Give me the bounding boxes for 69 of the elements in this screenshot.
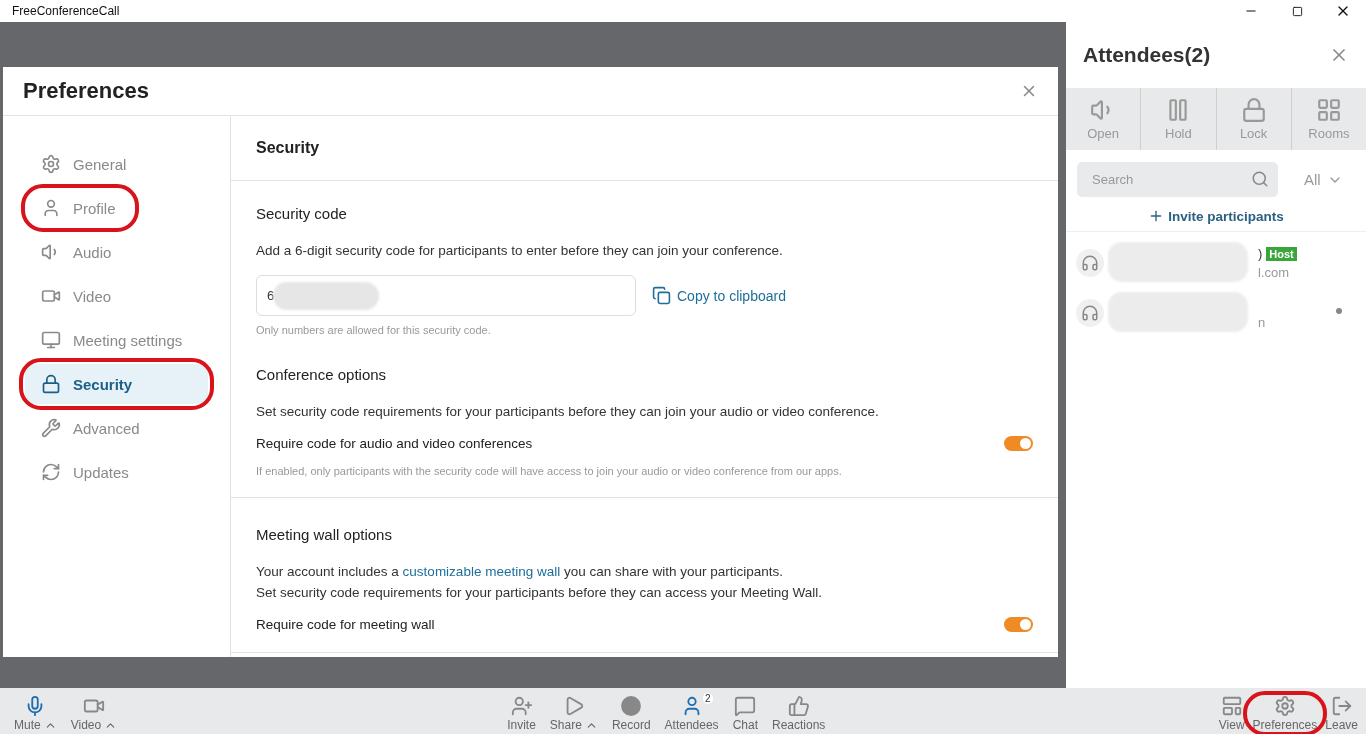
code-field[interactable]: 6: [256, 275, 636, 316]
meeting-wall-link[interactable]: customizable meeting wall: [402, 564, 561, 579]
attendee-name: ): [1258, 246, 1263, 261]
description: Your account includes a customizable meeting wall you can share with your participants.: [256, 563, 785, 581]
nav-item[interactable]: General: [25, 144, 208, 184]
description: Add a 6-digit security code for participants to enter before they can join your conference.: [256, 242, 784, 260]
invite-link[interactable]: Invite participants: [1142, 207, 1290, 225]
record-icon: [620, 695, 643, 717]
copy-link[interactable]: Copy to clipboard: [652, 286, 786, 305]
toggle-label: Require code for meeting wall: [256, 617, 435, 632]
section-heading: Security: [231, 116, 1058, 181]
nav-item[interactable]: Meeting settings: [25, 320, 208, 360]
exit-icon: [1330, 695, 1353, 717]
toolbar-button[interactable]: Attendees 2: [662, 695, 721, 732]
toolbar-button[interactable]: Reactions: [770, 695, 828, 732]
section-title: Meeting wall options: [256, 526, 393, 543]
toolbar-button[interactable]: Leave: [1323, 695, 1360, 732]
hint-text: If enabled, only participants with the security code will have access to join your audio or video conference from our apps.: [256, 465, 843, 477]
grid-icon: [1315, 97, 1342, 123]
section-title: Conference options: [256, 366, 388, 383]
attendee-row[interactable]: n: [1066, 288, 1366, 338]
headset-icon: [1076, 299, 1104, 327]
wrench-icon: [41, 418, 61, 438]
host-badge: Host: [1266, 246, 1297, 261]
nav-item[interactable]: Security: [25, 364, 208, 404]
thumbs-up-icon: [787, 695, 810, 717]
hint-text: Only numbers are allowed for this security code.: [256, 324, 492, 336]
restore-icon[interactable]: [1291, 5, 1303, 17]
gear-icon: [1273, 695, 1296, 717]
toolbar-button[interactable]: Record: [609, 695, 653, 732]
layout-icon: [1220, 695, 1243, 717]
lock-icon: [1240, 97, 1267, 123]
count-badge: 2: [703, 693, 713, 704]
description: Set security code requirements for your participants before they can access your Meeting Wall.: [256, 584, 823, 602]
nav-item[interactable]: Profile: [25, 188, 208, 228]
gear-icon: [41, 154, 61, 174]
filter-dropdown[interactable]: All: [1298, 170, 1349, 189]
panel-title: Attendees(2): [1083, 43, 1211, 67]
lock-icon: [41, 374, 61, 394]
monitor-icon: [41, 330, 61, 350]
toolbar-button[interactable]: Invite: [505, 695, 538, 732]
section-title: Security code: [256, 205, 348, 222]
nav-item[interactable]: Audio: [25, 232, 208, 272]
nav-item[interactable]: Updates: [25, 452, 208, 492]
window-title: FreeConferenceCall: [12, 4, 120, 18]
description: Set security code requirements for your participants before they can join your audio or video conference.: [256, 403, 880, 421]
nav-item[interactable]: Advanced: [25, 408, 208, 448]
search-field[interactable]: Search: [1077, 162, 1278, 197]
person-icon: [41, 198, 61, 218]
attendee-row[interactable]: ) Host l.com: [1066, 238, 1366, 288]
copy-icon: [652, 286, 671, 305]
refresh-icon: [41, 462, 61, 482]
attendee-email: l.com: [1258, 264, 1290, 280]
chat-icon: [734, 695, 757, 717]
search-icon: [1251, 170, 1269, 188]
add-person-icon: [510, 695, 533, 717]
dialog-title: Preferences: [23, 78, 149, 104]
toolbar-button[interactable]: Mute: [12, 695, 59, 732]
toggle-switch[interactable]: [1004, 436, 1033, 451]
toolbar-button[interactable]: Video: [68, 695, 120, 732]
attendee-email: n: [1258, 314, 1266, 330]
toolbar-button[interactable]: Share: [547, 695, 600, 732]
toggle-switch[interactable]: [1004, 617, 1033, 632]
toolbar-button[interactable]: Chat: [730, 695, 760, 732]
nav-item[interactable]: Video: [25, 276, 208, 316]
headset-icon: [1076, 249, 1104, 277]
toolbar-button[interactable]: View: [1216, 695, 1247, 732]
toolbar-button[interactable]: Preferences: [1250, 695, 1320, 732]
toggle-label: Require code for audio and video conferences: [256, 436, 533, 451]
